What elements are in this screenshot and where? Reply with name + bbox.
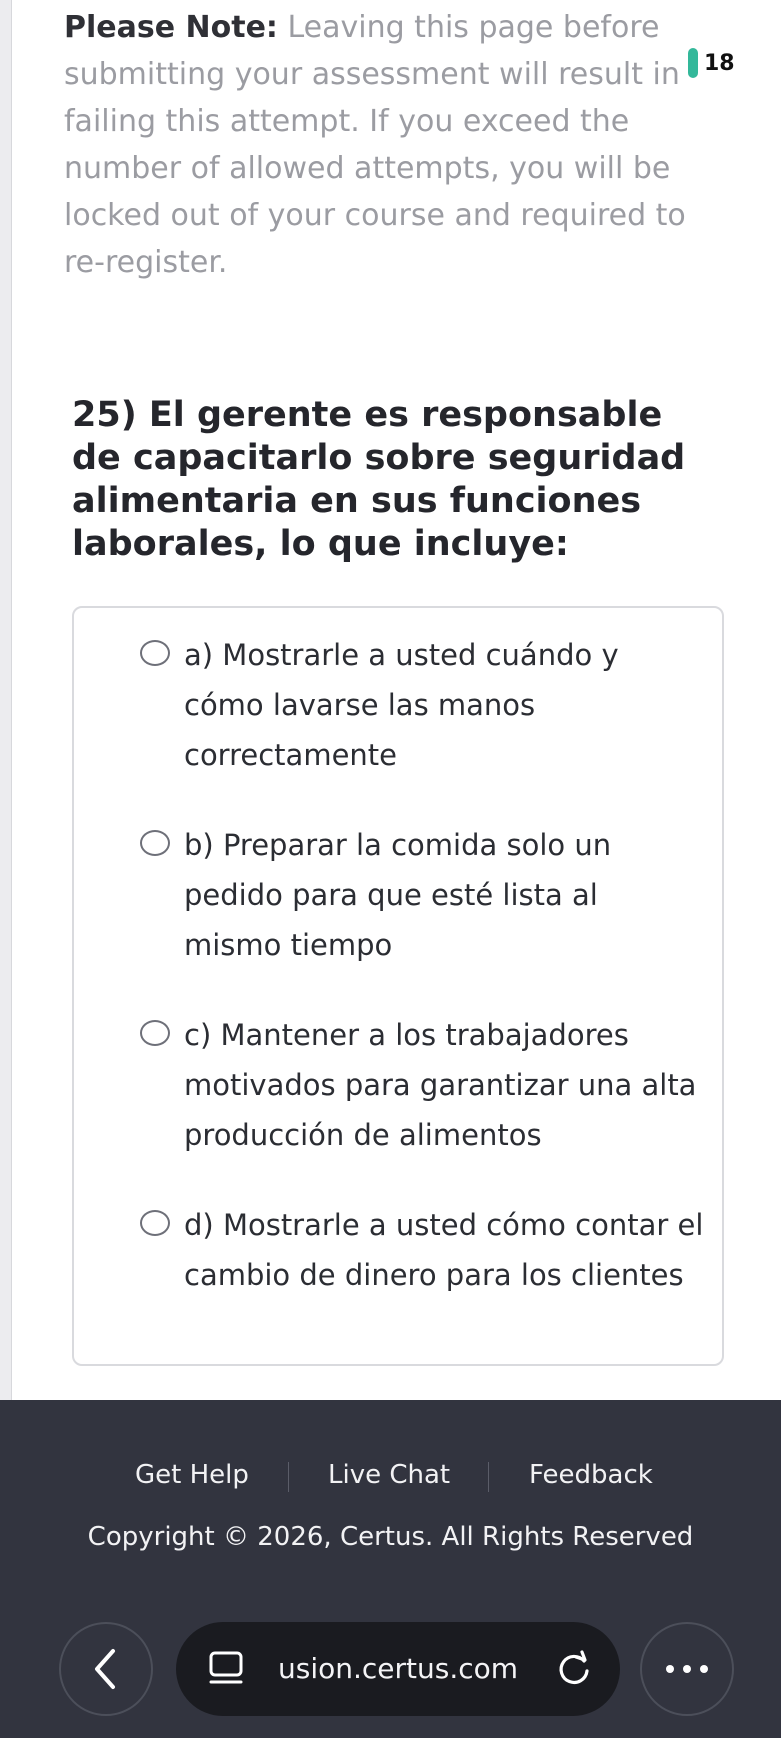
radio-button-b[interactable] bbox=[140, 830, 170, 856]
left-edge-rule bbox=[0, 0, 12, 1400]
feedback-link[interactable]: Feedback bbox=[529, 1450, 653, 1500]
assessment-notice: Please Note: Leaving this page before su… bbox=[64, 4, 734, 286]
browser-toolbar: usion.certus.com bbox=[0, 1620, 781, 1738]
footer-links: Get Help Live Chat Feedback bbox=[0, 1450, 781, 1500]
reload-icon[interactable] bbox=[554, 1649, 594, 1689]
footer-divider bbox=[488, 1462, 489, 1492]
answer-option-label: a) Mostrarle a usted cuándo y cómo lavar… bbox=[184, 638, 619, 772]
footer-divider bbox=[288, 1462, 289, 1492]
live-chat-link[interactable]: Live Chat bbox=[328, 1450, 450, 1500]
more-button[interactable] bbox=[640, 1622, 734, 1716]
status-count: 18 bbox=[704, 50, 735, 76]
more-icon bbox=[666, 1665, 708, 1673]
notice-text: Leaving this page before submitting your… bbox=[64, 10, 686, 280]
answer-option-label: c) Mantener a los trabajadores motivados… bbox=[184, 1018, 697, 1152]
radio-button-a[interactable] bbox=[140, 640, 170, 666]
notice-label: Please Note: bbox=[64, 10, 278, 45]
back-button[interactable] bbox=[59, 1622, 153, 1716]
site-footer: Get Help Live Chat Feedback Copyright © … bbox=[0, 1400, 781, 1738]
url-text: usion.certus.com bbox=[278, 1652, 519, 1685]
copyright-text: Copyright © 2026, Certus. All Rights Res… bbox=[87, 1522, 694, 1552]
question-text: 25) El gerente es responsable de capacit… bbox=[72, 395, 686, 564]
radio-button-c[interactable] bbox=[140, 1020, 170, 1046]
answer-option-label: d) Mostrarle a usted cómo contar el camb… bbox=[184, 1208, 704, 1292]
address-bar[interactable]: usion.certus.com bbox=[176, 1622, 620, 1716]
answer-options-card: a) Mostrarle a usted cuándo y cómo lavar… bbox=[72, 606, 724, 1366]
answer-option-label: b) Preparar la comida solo un pedido par… bbox=[184, 828, 612, 962]
status-indicator: 18 bbox=[688, 48, 735, 78]
chevron-left-icon bbox=[95, 1649, 115, 1689]
status-pill-icon bbox=[688, 48, 698, 78]
tabs-icon bbox=[209, 1651, 243, 1684]
radio-button-d[interactable] bbox=[140, 1210, 170, 1236]
get-help-link[interactable]: Get Help bbox=[135, 1450, 249, 1500]
